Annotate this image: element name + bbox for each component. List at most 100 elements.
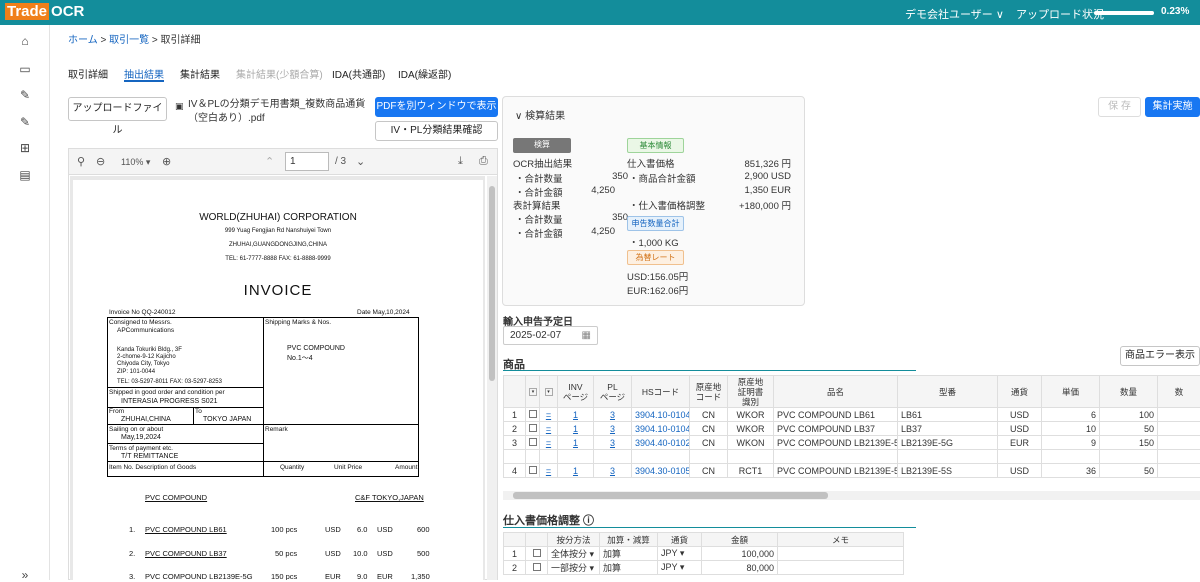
currency-select[interactable]: JPY ▾ [658,547,702,561]
breadcrumb-home[interactable]: ホーム [68,35,98,46]
goods-horizontal-scrollbar[interactable] [503,491,1200,500]
op-select[interactable]: 加算 [600,547,658,561]
checkbox[interactable] [529,410,537,418]
col-currency[interactable]: 通貨 [658,533,702,547]
row-select[interactable]: = [540,464,558,478]
col-memo[interactable]: メモ [778,533,904,547]
checkbox[interactable] [533,563,541,571]
col-origin[interactable]: 原産地 コード [690,376,728,408]
inv-page-link[interactable]: 1 [558,422,594,436]
hs-code[interactable]: 3904.30-0105 [632,464,690,478]
model-no[interactable]: LB61 [898,408,998,422]
cert-code[interactable]: WKON [728,436,774,450]
tab-ida-repeat[interactable]: IDA(繰返部) [398,66,451,81]
edit-alt-icon[interactable]: ✎ [18,115,32,129]
filter-icon[interactable]: ▾ [545,388,553,396]
checkbox[interactable] [529,438,537,446]
gift-icon[interactable]: ⊞ [18,141,32,155]
next-cell[interactable] [1158,422,1200,436]
home-icon[interactable]: ⌂ [18,34,32,48]
tab-extract[interactable]: 抽出結果 [124,66,164,81]
op-select[interactable]: 加算 [600,561,658,575]
cert-code[interactable]: WKOR [728,422,774,436]
memo[interactable] [778,547,904,561]
next-cell[interactable] [1158,436,1200,450]
document-icon[interactable]: ▤ [18,168,32,182]
zoom-in-icon[interactable]: ⊕ [162,155,171,168]
quantity[interactable]: 150 [1100,436,1158,450]
method-select[interactable]: 全体按分 ▾ [548,547,600,561]
model-no[interactable]: LB2139E-5G [898,436,998,450]
currency[interactable]: USD [998,464,1042,478]
pl-page-link[interactable]: 3 [594,422,632,436]
currency-select[interactable]: JPY ▾ [658,561,702,575]
origin-code[interactable]: CN [690,408,728,422]
zoom-select[interactable]: 110% ▾ [121,157,150,168]
inv-page-link[interactable]: 1 [558,464,594,478]
quantity[interactable]: 50 [1100,464,1158,478]
monitor-icon[interactable]: ▭ [18,62,32,76]
unit-price[interactable]: 36 [1042,464,1100,478]
hs-code[interactable]: 3904.10-0104 [632,408,690,422]
col-amount[interactable]: 金額 [702,533,778,547]
model-no[interactable]: LB37 [898,422,998,436]
row-checkbox[interactable] [526,547,548,561]
row-checkbox[interactable] [526,408,540,422]
next-page-icon[interactable]: ⌄ [356,155,365,168]
table-row[interactable]: 1 = 1 3 3904.10-0104 CN WKOR PVC COMPOUN… [504,408,1200,422]
row-checkbox[interactable] [526,436,540,450]
cert-code[interactable]: RCT1 [728,464,774,478]
col-method[interactable]: 按分方法 [548,533,600,547]
amount[interactable]: 100,000 [702,547,778,561]
next-cell[interactable] [1158,464,1200,478]
checkbox[interactable] [533,549,541,557]
origin-code[interactable]: CN [690,464,728,478]
cert-code[interactable]: WKOR [728,408,774,422]
product-name[interactable]: PVC COMPOUND LB61 [774,408,898,422]
breadcrumb-list[interactable]: 取引一覧 [109,35,149,46]
table-row[interactable]: 2 一部按分 ▾ 加算 JPY ▾ 80,000 [504,561,904,575]
checkbox[interactable] [529,424,537,432]
scroll-thumb[interactable] [489,186,495,381]
pdf-document-area[interactable]: WORLD(ZHUHAI) CORPORATION 999 Yuag Fengj… [70,176,485,580]
download-icon[interactable]: ⤓ [458,155,463,168]
confirm-classification-button[interactable]: IV・PL分類結果確認 [375,121,498,141]
prev-page-icon[interactable]: ⌃ [265,155,274,168]
table-row[interactable]: 4 = 1 3 3904.30-0105 CN RCT1 PVC COMPOUN… [504,464,1200,478]
print-icon[interactable]: ⎙ [479,155,488,168]
origin-code[interactable]: CN [690,436,728,450]
verification-title[interactable]: ∨ 検算結果 [515,107,565,122]
origin-code[interactable]: CN [690,422,728,436]
unit-price[interactable]: 9 [1042,436,1100,450]
row-select[interactable]: = [540,408,558,422]
row-checkbox[interactable] [526,561,548,575]
col-inv-page[interactable]: INV ページ [558,376,594,408]
product-name[interactable]: PVC COMPOUND LB2139E-5S [774,464,898,478]
run-aggregate-button[interactable]: 集計実施 [1145,97,1200,117]
calendar-icon[interactable]: ▦ [582,330,591,341]
col-name[interactable]: 品名 [774,376,898,408]
pl-page-link[interactable]: 3 [594,464,632,478]
table-row[interactable]: 2 = 1 3 3904.10-0104 CN WKOR PVC COMPOUN… [504,422,1200,436]
unit-price[interactable]: 6 [1042,408,1100,422]
scroll-thumb[interactable] [513,492,828,499]
inv-page-link[interactable]: 1 [558,436,594,450]
col-op[interactable]: 加算・減算 [600,533,658,547]
pl-page-link[interactable]: 3 [594,408,632,422]
hs-code[interactable]: 3904.40-0102 [632,436,690,450]
col-currency[interactable]: 通貨 [998,376,1042,408]
product-name[interactable]: PVC COMPOUND LB2139E-5G [774,436,898,450]
pdf-scrollbar[interactable] [487,176,497,580]
unit-price[interactable]: 10 [1042,422,1100,436]
goods-error-button[interactable]: 商品エラー表示 [1120,346,1200,366]
currency[interactable]: USD [998,408,1042,422]
quantity[interactable]: 50 [1100,422,1158,436]
table-row[interactable]: 3 = 1 3 3904.40-0102 CN WKON PVC COMPOUN… [504,436,1200,450]
row-select[interactable]: = [540,422,558,436]
quantity[interactable]: 100 [1100,408,1158,422]
import-date-input[interactable]: 2025-02-07▦ [503,326,598,345]
product-name[interactable]: PVC COMPOUND LB37 [774,422,898,436]
col-cert[interactable]: 原産地 証明書 識別 [728,376,774,408]
pl-page-link[interactable]: 3 [594,436,632,450]
app-logo[interactable]: TradeOCR [5,3,84,21]
